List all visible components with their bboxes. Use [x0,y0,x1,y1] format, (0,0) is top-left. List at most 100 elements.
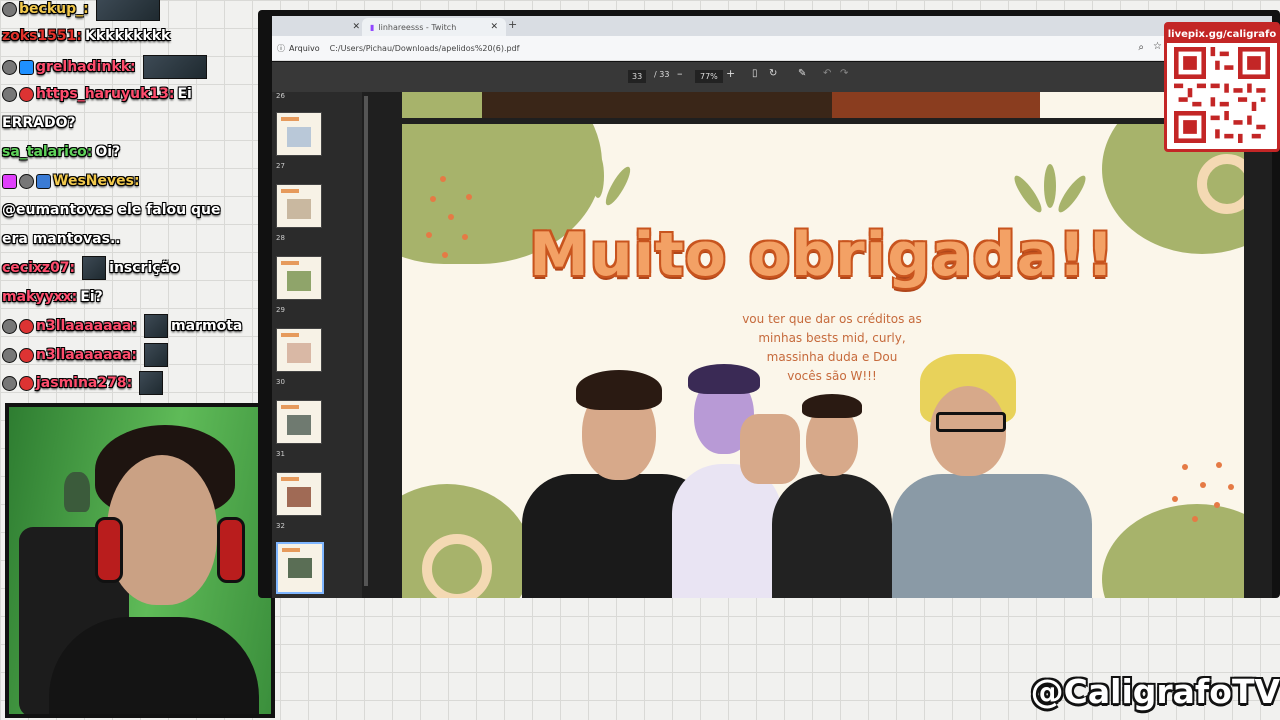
tab-title: linhareesss - Twitch [378,22,457,32]
sidebar-scrollbar[interactable] [364,96,368,586]
chat-username: jasmina278: [36,375,133,391]
chat-username: zoks1551: [2,28,82,44]
decor-blob [402,92,482,118]
chat-text: marmota [171,318,243,334]
livepix-donation-box: livepix.gg/caligrafo [1164,22,1280,152]
thumb-page-number: 27 [276,162,285,170]
slide-title: Muito obrigada!! [529,220,1115,290]
chat-text: @eumantovas ele falou que [2,202,221,218]
address-bar[interactable]: ⓘ Arquivo C:/Users/Pichau/Downloads/apel… [272,36,1272,61]
chat-username: WesNeves: [53,173,140,189]
previous-page-bottom [402,92,1232,118]
draw-icon[interactable]: ✎ [798,68,806,79]
page-thumbnail[interactable] [276,328,322,372]
thumb-page-number: 32 [276,522,285,530]
sub-badge-icon [19,86,34,102]
page-thumbnail[interactable] [276,112,322,156]
chat-badge-icon [2,86,17,102]
chat-username: https_haruyuk13: [36,86,175,102]
bookmark-star-icon[interactable]: ☆ [1153,41,1162,52]
zoom-in-button[interactable]: + [726,67,735,80]
page-thumbnail-active[interactable] [276,542,324,594]
undo-icon[interactable]: ↶ [823,68,831,79]
thumbnail-sidebar: 26 27 28 29 30 31 32 [272,92,362,598]
zoom-icon[interactable]: ⌕ [1138,42,1144,53]
figurine [64,472,90,512]
chat-message: makyyxx: Ei? [2,284,103,310]
chat-message: cecixz07: inscrição [2,255,180,281]
close-tab-icon[interactable]: ✕ [352,22,360,32]
chat-text: inscrição [109,260,180,276]
chat-username: sa_talarico: [2,144,93,160]
browser-window: ✕ ▮ linhareesss - Twitch ✕ + ⓘ Arquivo C… [258,10,1280,598]
twitch-icon: ▮ [370,22,375,32]
page-thumbnail[interactable] [276,256,322,300]
chat-badge-icon [2,1,17,17]
chat-text: Ei? [80,289,103,305]
decor-leaf [1010,172,1046,216]
glasses-icon [936,412,1006,432]
decor-dot [1182,464,1188,470]
decor-dot [448,214,454,220]
chat-message: n3llaaaaaaa: [2,342,169,368]
decor-leaf [1044,164,1056,208]
file-info-icon[interactable]: ⓘ [277,43,285,54]
chat-username: n3llaaaaaaa: [36,347,138,363]
channel-handle: @CaligrafoTV [1030,672,1280,711]
decor-dot [426,232,432,238]
decor-ring [422,534,492,598]
chat-badge-icon [2,347,17,363]
decor-leaf [592,154,604,198]
rotate-icon[interactable]: ↻ [769,68,777,79]
pdf-page-33: Muito obrigada!! vou ter que dar os créd… [402,124,1244,598]
chat-message: beckup_: [2,0,160,22]
page-number-input[interactable]: 33 [628,70,647,83]
chat-text: Oi? [95,144,121,160]
address-label: Arquivo [289,43,320,53]
heart-badge-icon [2,173,17,189]
gift-badge-icon [36,173,51,189]
chat-message: grelhadinkk: [2,54,207,80]
decor-dot [466,194,472,200]
donation-url: livepix.gg/caligrafo [1167,25,1277,43]
zoom-level[interactable]: 77% [695,70,723,83]
chat-message: ERRADO? [2,110,76,136]
emote-icon [144,314,169,338]
page-thumbnail[interactable] [276,472,322,516]
chat-badge-icon [2,318,17,334]
decor-dot [1228,484,1234,490]
new-tab-icon[interactable]: + [508,18,517,31]
chat-username: makyyxx: [2,289,78,305]
url-text[interactable]: C:/Users/Pichau/Downloads/apelidos%20(6)… [330,44,520,53]
chat-badge-icon [19,173,34,189]
tab-twitch[interactable]: ▮ linhareesss - Twitch ✕ [362,18,506,36]
decor-leaf [601,163,635,209]
thumb-page-number: 30 [276,378,285,386]
tab-previous[interactable]: ✕ [272,18,368,36]
decor-leaf [1054,172,1090,216]
chat-message: @eumantovas ele falou que [2,197,221,223]
fit-page-icon[interactable]: ▯ [752,68,758,79]
close-tab-icon[interactable]: ✕ [490,22,498,32]
chat-badge-icon [2,59,17,75]
decor-dot [1192,516,1198,522]
credit-line: minhas bests mid, curly, [758,331,906,345]
decor-dot [1216,462,1222,468]
page-total: / 33 [654,70,670,79]
sub-badge-icon [19,375,34,391]
chat-message: zoks1551: Kkkkkkkkk [2,23,170,49]
pdf-toolbar: 33 / 33 – 77% + ▯ ↻ ✎ ↶ ↷ [272,62,1272,92]
zoom-out-button[interactable]: – [677,67,683,80]
page-thumbnail[interactable] [276,400,322,444]
page-thumbnail[interactable] [276,184,322,228]
chat-text: era mantovas.. [2,231,121,247]
decor-dot [440,176,446,182]
decor-dot [430,196,436,202]
pdf-viewer: 26 27 28 29 30 31 32 Muito obrigada!! vo… [272,92,1272,598]
redo-icon[interactable]: ↷ [840,68,848,79]
thumb-page-number: 31 [276,450,285,458]
chat-message: sa_talarico: Oi? [2,139,120,165]
decor-dot [462,234,468,240]
chat-username: beckup_: [19,1,89,17]
chat-overlay: beckup_: zoks1551: Kkkkkkkkk grelhadinkk… [0,0,268,400]
